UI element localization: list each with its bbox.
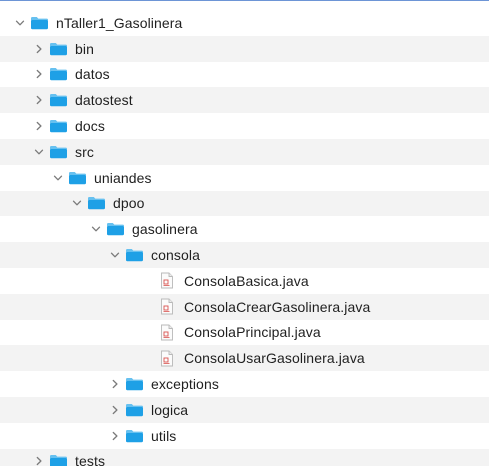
tree-folder-row[interactable]: dpoo xyxy=(0,190,489,217)
tree-folder-row[interactable]: gasolinera xyxy=(0,216,489,242)
tree-folder-row[interactable]: exceptions xyxy=(0,371,489,397)
java-file-icon xyxy=(160,298,174,315)
chevron-right-icon[interactable] xyxy=(33,43,45,55)
folder-icon xyxy=(106,222,125,236)
tree-file-row[interactable]: ConsolaCrearGasolinera.java xyxy=(0,293,489,320)
folder-label: bin xyxy=(75,40,94,57)
chevron-right-icon[interactable] xyxy=(109,430,121,442)
folder-icon xyxy=(125,377,144,391)
chevron-down-icon[interactable] xyxy=(71,197,83,209)
tree-row-content: ConsolaUsarGasolinera.java xyxy=(160,345,365,371)
tree-row-content: datostest xyxy=(33,87,133,113)
folder-icon xyxy=(68,171,87,185)
tree-folder-row[interactable]: datos xyxy=(0,62,489,88)
folder-label: tests xyxy=(75,453,106,466)
java-file-icon xyxy=(160,324,174,341)
folder-label: exceptions xyxy=(151,376,219,393)
tree-file-row[interactable]: ConsolaUsarGasolinera.java xyxy=(0,345,489,372)
folder-label: datostest xyxy=(75,92,133,109)
folder-icon xyxy=(49,93,68,107)
tree-row-content: dpoo xyxy=(71,191,145,217)
folder-label: uniandes xyxy=(94,169,152,186)
file-tree: nTaller1_Gasolinerabin datos datostest docs… xyxy=(0,10,489,466)
folder-label: gasolinera xyxy=(132,221,198,238)
chevron-right-icon[interactable] xyxy=(33,68,45,80)
folder-icon xyxy=(125,429,144,443)
chevron-right-icon[interactable] xyxy=(33,94,45,106)
folder-label: datos xyxy=(75,66,110,83)
file-label: ConsolaBasica.java xyxy=(184,272,309,289)
tree-folder-row[interactable]: docs xyxy=(0,113,489,139)
folder-label: consola xyxy=(151,247,200,264)
tree-row-content: exceptions xyxy=(109,371,219,397)
tree-folder-row[interactable]: utils xyxy=(0,423,489,449)
tree-row-content: ConsolaBasica.java xyxy=(160,268,309,294)
tree-folder-row[interactable]: bin xyxy=(0,35,489,62)
folder-icon xyxy=(30,16,49,30)
folder-icon xyxy=(49,67,68,81)
folder-icon xyxy=(87,196,106,210)
tree-row-content: utils xyxy=(109,423,176,449)
java-file-icon xyxy=(160,350,174,367)
tree-file-row[interactable]: ConsolaBasica.java xyxy=(0,268,489,294)
tree-row-content: ConsolaCrearGasolinera.java xyxy=(160,294,370,320)
chevron-down-icon[interactable] xyxy=(52,172,64,184)
file-label: ConsolaCrearGasolinera.java xyxy=(184,298,371,315)
chevron-down-icon[interactable] xyxy=(14,17,26,29)
tree-row-content: bin xyxy=(33,36,94,62)
java-file-icon xyxy=(160,272,174,289)
folder-label: nTaller1_Gasolinera xyxy=(56,14,183,31)
folder-label: dpoo xyxy=(113,195,145,212)
chevron-down-icon[interactable] xyxy=(33,146,45,158)
tree-row-content: nTaller1_Gasolinera xyxy=(14,10,182,36)
chevron-right-icon[interactable] xyxy=(33,455,45,466)
chevron-down-icon[interactable] xyxy=(109,249,121,261)
chevron-down-icon[interactable] xyxy=(90,223,102,235)
folder-icon xyxy=(49,42,68,56)
tree-row-content: docs xyxy=(33,113,105,139)
chevron-right-icon[interactable] xyxy=(109,404,121,416)
folder-icon xyxy=(49,145,68,159)
tree-row-content: src xyxy=(33,139,94,165)
tree-folder-row[interactable]: consola xyxy=(0,242,489,268)
tree-folder-row[interactable]: src xyxy=(0,138,489,165)
folder-icon xyxy=(49,119,68,133)
tree-folder-row[interactable]: logica xyxy=(0,396,489,423)
chevron-right-icon[interactable] xyxy=(33,120,45,132)
tree-row-content: logica xyxy=(109,397,188,423)
tree-folder-row[interactable]: tests xyxy=(0,448,489,466)
tree-row-content: tests xyxy=(33,449,105,466)
tree-row-content: ConsolaPrincipal.java xyxy=(160,320,321,346)
folder-icon xyxy=(125,248,144,262)
folder-label: utils xyxy=(151,427,177,444)
file-label: ConsolaUsarGasolinera.java xyxy=(184,350,365,367)
tree-row-content: gasolinera xyxy=(90,216,198,242)
folder-icon xyxy=(49,454,68,466)
tree-row-content: datos xyxy=(33,62,110,88)
tree-row-content: uniandes xyxy=(52,165,152,191)
tree-folder-row[interactable]: datostest xyxy=(0,87,489,114)
tree-file-row[interactable]: ConsolaPrincipal.java xyxy=(0,320,489,346)
folder-label: docs xyxy=(75,118,105,135)
tree-row-content: consola xyxy=(109,242,200,268)
top-selection-border xyxy=(0,0,489,4)
file-label: ConsolaPrincipal.java xyxy=(184,324,321,341)
chevron-right-icon[interactable] xyxy=(109,378,121,390)
folder-icon xyxy=(125,403,144,417)
tree-folder-row[interactable]: nTaller1_Gasolinera xyxy=(0,10,489,36)
folder-label: logica xyxy=(151,401,189,418)
tree-folder-row[interactable]: uniandes xyxy=(0,165,489,191)
folder-label: src xyxy=(75,143,94,160)
